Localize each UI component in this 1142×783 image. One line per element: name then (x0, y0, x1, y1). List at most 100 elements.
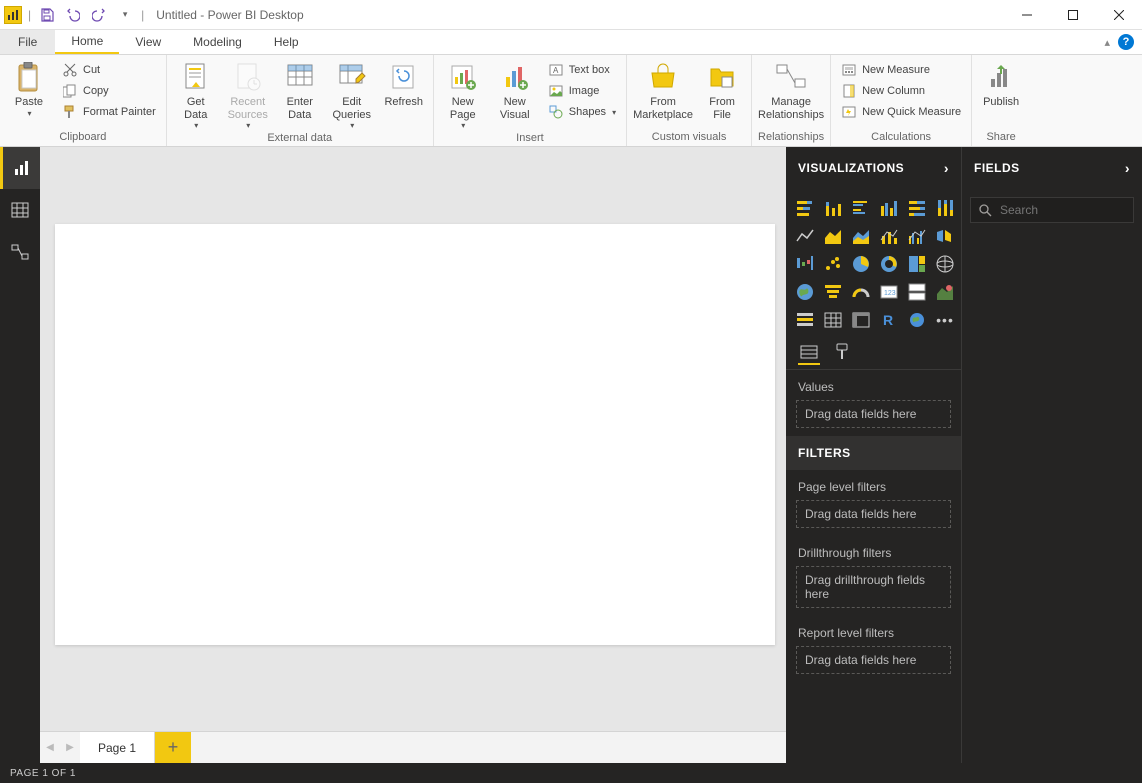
viz-kpi[interactable] (934, 281, 956, 303)
visualizations-title: VISUALIZATIONS (798, 161, 904, 175)
viz-line-clustered-column[interactable] (906, 225, 928, 247)
get-data-button[interactable]: Get Data▾ (171, 57, 221, 130)
filters-header: FILTERS (786, 436, 961, 470)
viz-stacked-bar[interactable] (794, 197, 816, 219)
viz-fields-tab[interactable] (798, 341, 820, 365)
model-view-button[interactable] (0, 231, 40, 273)
viz-more[interactable]: ••• (934, 309, 956, 331)
paste-label: Paste (15, 96, 43, 109)
viz-gauge[interactable] (850, 281, 872, 303)
viz-table[interactable] (822, 309, 844, 331)
redo-button[interactable] (89, 5, 109, 25)
viz-slicer[interactable] (794, 309, 816, 331)
shapes-button[interactable]: Shapes▾ (542, 102, 622, 122)
tab-view[interactable]: View (119, 30, 177, 54)
viz-donut[interactable] (878, 253, 900, 275)
publish-label: Publish (983, 96, 1019, 109)
visualizations-header[interactable]: VISUALIZATIONS › (786, 147, 961, 189)
new-page-icon (447, 61, 479, 93)
paintbrush-icon (62, 104, 78, 120)
viz-scatter[interactable] (822, 253, 844, 275)
tab-help[interactable]: Help (258, 30, 315, 54)
maximize-button[interactable] (1050, 0, 1096, 30)
fields-header[interactable]: FIELDS › (962, 147, 1142, 189)
new-quick-measure-button[interactable]: New Quick Measure (835, 102, 967, 122)
page-filters-drop-well[interactable]: Drag data fields here (796, 500, 951, 528)
share-group-label: Share (976, 129, 1026, 146)
viz-map[interactable] (934, 253, 956, 275)
from-marketplace-button[interactable]: From Marketplace (631, 57, 695, 121)
save-button[interactable] (37, 5, 57, 25)
paste-button[interactable]: Paste ▾ (4, 57, 54, 118)
recent-sources-label: Recent Sources (228, 96, 268, 121)
tab-file[interactable]: File (0, 30, 55, 54)
new-measure-button[interactable]: New Measure (835, 60, 967, 80)
prev-page-button[interactable]: ◀ (40, 732, 60, 763)
viz-pie[interactable] (850, 253, 872, 275)
viz-card[interactable]: 123 (878, 281, 900, 303)
viz-100-stacked-bar[interactable] (906, 197, 928, 219)
fields-search[interactable] (970, 197, 1134, 223)
collapse-ribbon-icon[interactable]: ▴ (1104, 36, 1110, 49)
viz-treemap[interactable] (906, 253, 928, 275)
text-box-button[interactable]: AText box (542, 60, 622, 80)
viz-100-stacked-column[interactable] (934, 197, 956, 219)
external-data-group-label: External data (171, 130, 429, 147)
viz-matrix[interactable] (850, 309, 872, 331)
values-drop-well[interactable]: Drag data fields here (796, 400, 951, 428)
new-visual-button[interactable]: New Visual (490, 57, 540, 121)
canvas-area[interactable]: ◀ ▶ Page 1 + (40, 147, 786, 763)
chevron-right-icon: › (944, 160, 949, 176)
edit-queries-button[interactable]: Edit Queries▾ (327, 57, 377, 130)
recent-sources-icon (232, 61, 264, 93)
minimize-button[interactable] (1004, 0, 1050, 30)
add-page-button[interactable]: + (155, 732, 191, 763)
viz-line-stacked-column[interactable] (878, 225, 900, 247)
viz-filled-map[interactable] (794, 281, 816, 303)
publish-button[interactable]: Publish (976, 57, 1026, 109)
next-page-button[interactable]: ▶ (60, 732, 80, 763)
tab-modeling[interactable]: Modeling (177, 30, 258, 54)
image-button[interactable]: Image (542, 81, 622, 101)
copy-button[interactable]: Copy (56, 81, 162, 101)
undo-button[interactable] (63, 5, 83, 25)
page-indicator: PAGE 1 OF 1 (10, 768, 76, 779)
viz-stacked-column[interactable] (822, 197, 844, 219)
qat-dropdown[interactable]: ▾ (115, 5, 135, 25)
enter-data-button[interactable]: Enter Data (275, 57, 325, 121)
tab-home[interactable]: Home (55, 30, 119, 54)
new-column-button[interactable]: New Column (835, 81, 967, 101)
viz-stacked-area[interactable] (850, 225, 872, 247)
recent-sources-button: Recent Sources▾ (223, 57, 273, 130)
refresh-button[interactable]: Refresh (379, 57, 429, 109)
viz-multi-row-card[interactable] (906, 281, 928, 303)
help-icon[interactable]: ? (1118, 34, 1134, 50)
viz-line[interactable] (794, 225, 816, 247)
page-tab-1[interactable]: Page 1 (80, 732, 155, 763)
data-view-button[interactable] (0, 189, 40, 231)
new-column-label: New Column (862, 85, 925, 97)
new-quick-measure-label: New Quick Measure (862, 106, 961, 118)
viz-arcgis[interactable] (906, 309, 928, 331)
from-file-button[interactable]: From File (697, 57, 747, 121)
viz-funnel[interactable] (822, 281, 844, 303)
cut-button[interactable]: Cut (56, 60, 162, 80)
viz-area[interactable] (822, 225, 844, 247)
left-nav (0, 147, 40, 763)
drillthrough-drop-well[interactable]: Drag drillthrough fields here (796, 566, 951, 608)
viz-r-script[interactable]: R (878, 309, 900, 331)
viz-clustered-column[interactable] (878, 197, 900, 219)
viz-ribbon[interactable] (934, 225, 956, 247)
new-page-button[interactable]: New Page▾ (438, 57, 488, 130)
manage-relationships-button[interactable]: Manage Relationships (756, 57, 826, 121)
report-view-button[interactable] (0, 147, 40, 189)
page-filters-label: Page level filters (786, 470, 961, 500)
viz-format-tab[interactable] (832, 341, 854, 365)
report-page-canvas[interactable] (55, 224, 775, 645)
report-filters-drop-well[interactable]: Drag data fields here (796, 646, 951, 674)
viz-waterfall[interactable] (794, 253, 816, 275)
fields-search-input[interactable] (1000, 203, 1142, 217)
format-painter-button[interactable]: Format Painter (56, 102, 162, 122)
close-button[interactable] (1096, 0, 1142, 30)
viz-clustered-bar[interactable] (850, 197, 872, 219)
